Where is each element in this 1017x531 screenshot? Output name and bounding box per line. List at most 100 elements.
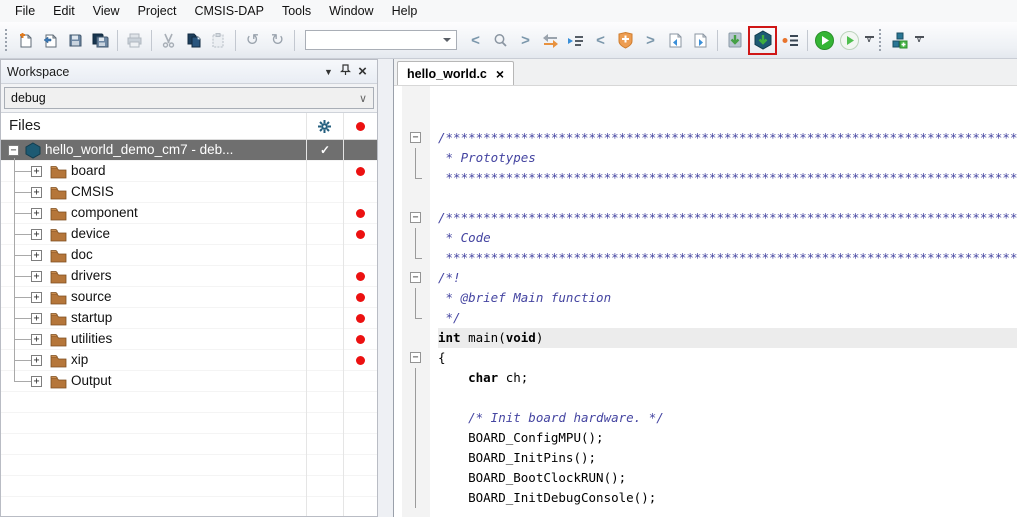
code-line-12[interactable]: −{ <box>394 348 1017 368</box>
code-area[interactable]: −/**************************************… <box>394 86 1017 517</box>
files-column-header: Files <box>1 113 306 139</box>
download-and-debug-button[interactable] <box>750 28 775 53</box>
code-line-5[interactable]: −/**************************************… <box>394 208 1017 228</box>
collapse-icon[interactable]: − <box>8 145 19 156</box>
expand-icon[interactable]: + <box>31 166 42 177</box>
copy-button[interactable] <box>181 28 206 53</box>
paste-button[interactable] <box>206 28 231 53</box>
redo-button[interactable]: ↻ <box>265 28 290 53</box>
tab-close-icon[interactable]: × <box>496 66 504 82</box>
code-line-1[interactable]: −/**************************************… <box>394 128 1017 148</box>
expand-icon[interactable]: + <box>31 187 42 198</box>
code-line-4[interactable] <box>394 188 1017 208</box>
code-line-11[interactable]: int main(void) <box>394 328 1017 348</box>
tree-row-startup[interactable]: +startup <box>1 308 377 329</box>
expand-icon[interactable]: + <box>31 208 42 219</box>
tree-row-source[interactable]: +source <box>1 287 377 308</box>
previous-bookmark-button[interactable]: < <box>588 28 613 53</box>
expand-icon[interactable]: + <box>31 334 42 345</box>
code-line-2[interactable]: * Prototypes <box>394 148 1017 168</box>
menu-view[interactable]: View <box>84 1 129 21</box>
tree-row-project-root[interactable]: −hello_world_demo_cm7 - deb...✓ <box>1 140 377 161</box>
code-line-9[interactable]: * @brief Main function <box>394 288 1017 308</box>
swap-arrows-button[interactable] <box>538 28 563 53</box>
fold-collapse-icon[interactable]: − <box>410 212 421 223</box>
tree-row-doc[interactable]: +doc <box>1 245 377 266</box>
tree-row-board[interactable]: +board <box>1 161 377 182</box>
options-column-header[interactable] <box>306 113 343 139</box>
expand-icon[interactable]: + <box>31 313 42 324</box>
print-button[interactable] <box>122 28 147 53</box>
expand-icon[interactable]: + <box>31 250 42 261</box>
next-bookmark-button[interactable]: > <box>638 28 663 53</box>
tree-row-cmsis[interactable]: +CMSIS <box>1 182 377 203</box>
breakpoint-column-header[interactable] <box>343 113 377 139</box>
code-line-15[interactable]: /* Init board hardware. */ <box>394 408 1017 428</box>
cut-button[interactable] <box>156 28 181 53</box>
goto-list-button[interactable] <box>563 28 588 53</box>
expand-icon[interactable]: + <box>31 271 42 282</box>
toolbar-grip[interactable] <box>5 29 10 51</box>
menu-tools[interactable]: Tools <box>273 1 320 21</box>
tree-row-drivers[interactable]: + drivers <box>1 266 377 287</box>
fold-collapse-icon[interactable]: − <box>410 132 421 143</box>
navigate-forward-button[interactable]: > <box>513 28 538 53</box>
configuration-selector[interactable]: debug ∨ <box>4 87 374 109</box>
code-line-19[interactable]: BOARD_InitDebugConsole(); <box>394 488 1017 508</box>
code-line-13[interactable]: char ch; <box>394 368 1017 388</box>
new-document-button[interactable] <box>13 28 38 53</box>
code-line-16[interactable]: BOARD_ConfigMPU(); <box>394 428 1017 448</box>
bookmark-shield-button[interactable] <box>613 28 638 53</box>
download-active-application-button[interactable] <box>722 28 747 53</box>
code-line-6[interactable]: * Code <box>394 228 1017 248</box>
save-button[interactable] <box>63 28 88 53</box>
code-line-10[interactable]: */ <box>394 308 1017 328</box>
toolbar-grip[interactable] <box>879 29 884 51</box>
menu-help[interactable]: Help <box>383 1 427 21</box>
pin-button[interactable] <box>337 64 354 79</box>
undo-button[interactable]: ↺ <box>240 28 265 53</box>
menu-edit[interactable]: Edit <box>44 1 84 21</box>
tab-hello-world-c[interactable]: hello_world.c × <box>397 61 514 85</box>
close-panel-button[interactable]: × <box>354 64 371 79</box>
code-line-7[interactable]: ****************************************… <box>394 248 1017 268</box>
menu-window[interactable]: Window <box>320 1 382 21</box>
expand-icon[interactable]: + <box>31 376 42 387</box>
panel-splitter[interactable] <box>378 59 394 517</box>
build-blocks-button[interactable] <box>887 28 912 53</box>
save-all-button[interactable] <box>88 28 113 53</box>
tree-row-utilities[interactable]: +utilities <box>1 329 377 350</box>
go-secondary-button[interactable] <box>837 28 862 53</box>
files-header[interactable]: Files <box>1 113 377 140</box>
tree-row-output[interactable]: +Output <box>1 371 377 392</box>
next-document-button[interactable] <box>688 28 713 53</box>
find-button[interactable] <box>488 28 513 53</box>
code-line-14[interactable] <box>394 388 1017 408</box>
code-line-8[interactable]: −/*! <box>394 268 1017 288</box>
tree-row-xip[interactable]: +xip <box>1 350 377 371</box>
folder-label: drivers <box>71 268 112 283</box>
fold-collapse-icon[interactable]: − <box>410 352 421 363</box>
expand-icon[interactable]: + <box>31 229 42 240</box>
toolbar-overflow-button[interactable]: ∨ <box>862 36 876 44</box>
tree-row-device[interactable]: +device <box>1 224 377 245</box>
window-menu-button[interactable]: ▼ <box>320 67 337 77</box>
menu-cmsis-dap[interactable]: CMSIS-DAP <box>185 1 272 21</box>
expand-icon[interactable]: + <box>31 292 42 303</box>
quick-search-combobox[interactable] <box>305 30 457 50</box>
navigate-back-button[interactable]: < <box>463 28 488 53</box>
toolbar-overflow-button-2[interactable]: ∨ <box>912 36 926 44</box>
expand-icon[interactable]: + <box>31 355 42 366</box>
go-button[interactable] <box>812 28 837 53</box>
workspace-titlebar[interactable]: Workspace ▼ × <box>1 60 377 84</box>
fold-collapse-icon[interactable]: − <box>410 272 421 283</box>
code-line-3[interactable]: ****************************************… <box>394 168 1017 188</box>
code-line-17[interactable]: BOARD_InitPins(); <box>394 448 1017 468</box>
previous-document-button[interactable] <box>663 28 688 53</box>
code-line-18[interactable]: BOARD_BootClockRUN(); <box>394 468 1017 488</box>
debug-without-downloading-button[interactable] <box>778 28 803 53</box>
menu-file[interactable]: File <box>6 1 44 21</box>
tree-row-component[interactable]: +component <box>1 203 377 224</box>
open-document-button[interactable] <box>38 28 63 53</box>
menu-project[interactable]: Project <box>129 1 186 21</box>
